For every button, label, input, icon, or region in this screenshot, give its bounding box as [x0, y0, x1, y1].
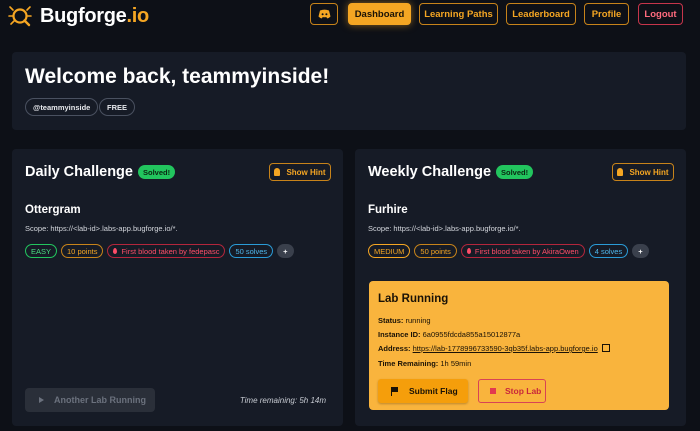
top-navbar: Bugforge.io Dashboard Learning Paths Lea… — [0, 0, 700, 30]
challenge-tags: EASY 10 points First blood taken by fede… — [25, 244, 294, 258]
blood-drop-icon — [466, 248, 471, 254]
discord-button[interactable] — [310, 3, 338, 25]
lab-time-remaining: Time Remaining: 1h 59min — [378, 359, 472, 368]
show-hint-label: Show Hint — [629, 167, 669, 177]
another-lab-running-label: Another Lab Running — [54, 395, 146, 405]
daily-challenge-heading: Daily Challenge — [25, 164, 133, 180]
points-badge: 10 points — [61, 244, 104, 258]
lightbulb-icon — [617, 168, 624, 176]
lab-running-title: Lab Running — [378, 293, 449, 305]
show-hint-button[interactable]: Show Hint — [269, 163, 331, 181]
lab-running-panel: Lab Running Status: running Instance ID:… — [369, 281, 669, 410]
username-badge: @teammyinside — [25, 98, 99, 116]
solved-badge: Solved! — [496, 165, 534, 179]
first-blood-badge: First blood taken by fedepasc — [107, 244, 226, 258]
logout-button[interactable]: Logout — [638, 3, 683, 25]
page-title: Welcome back, teammyinside! — [25, 65, 330, 88]
play-icon — [39, 397, 44, 403]
difficulty-badge: EASY — [25, 244, 58, 258]
show-hint-button[interactable]: Show Hint — [612, 163, 674, 181]
points-badge: 50 points — [414, 244, 457, 258]
discord-icon — [318, 9, 330, 19]
weekly-challenge-heading: Weekly Challenge — [368, 164, 492, 180]
time-remaining-text: Time remaining: 5h 14m — [239, 396, 326, 405]
more-tags-button[interactable]: + — [277, 244, 294, 258]
solves-badge: 4 solves — [588, 244, 629, 258]
lab-address-link[interactable]: https://lab-1778996733590-3qb35f.labs-ap… — [413, 344, 598, 353]
lightbulb-icon — [274, 168, 281, 176]
welcome-card: Welcome back, teammyinside! @teammyinsid… — [12, 52, 686, 130]
brand-name: Bugforge.io — [40, 4, 149, 27]
lab-status: Status: running — [378, 316, 431, 325]
lab-instance-id: Instance ID: 6a0955fdcda855a15012877a — [378, 330, 521, 339]
more-tags-button[interactable]: + — [632, 244, 649, 258]
challenge-name: Ottergram — [25, 204, 81, 216]
first-blood-badge: First blood taken by AkiraOwen — [460, 244, 585, 258]
bug-logo-icon — [8, 6, 32, 27]
challenge-tags: MEDIUM 50 points First blood taken by Ak… — [368, 244, 649, 258]
blood-drop-icon — [113, 248, 118, 254]
stop-icon — [490, 388, 496, 394]
nav-learning-paths[interactable]: Learning Paths — [419, 3, 498, 25]
challenge-scope: Scope: https://<lab-id>.labs-app.bugforg… — [368, 224, 521, 233]
nav-profile[interactable]: Profile — [584, 3, 629, 25]
challenge-scope: Scope: https://<lab-id>.labs-app.bugforg… — [25, 224, 178, 233]
external-link-icon[interactable] — [601, 344, 610, 352]
daily-challenge-card: Daily Challenge Solved! Show Hint Otterg… — [12, 149, 343, 426]
stop-lab-button[interactable]: Stop Lab — [478, 379, 546, 403]
show-hint-label: Show Hint — [286, 167, 326, 177]
challenge-name: Furhire — [368, 204, 408, 216]
lab-address: Address: https://lab-1778996733590-3qb35… — [378, 344, 610, 353]
difficulty-badge: MEDIUM — [368, 244, 411, 258]
solved-badge: Solved! — [138, 165, 176, 179]
plan-badge: FREE — [99, 98, 136, 116]
submit-flag-label: Submit Flag — [409, 386, 458, 396]
submit-flag-button[interactable]: Submit Flag — [378, 379, 468, 403]
brand-logo[interactable]: Bugforge.io — [8, 4, 149, 28]
weekly-challenge-card: Weekly Challenge Solved! Show Hint Furhi… — [355, 149, 686, 426]
stop-lab-label: Stop Lab — [505, 386, 542, 396]
flag-icon — [391, 386, 399, 396]
solves-badge: 50 solves — [229, 244, 274, 258]
nav-leaderboard[interactable]: Leaderboard — [506, 3, 576, 25]
nav-dashboard[interactable]: Dashboard — [348, 3, 411, 25]
another-lab-running-button[interactable]: Another Lab Running — [25, 388, 155, 412]
